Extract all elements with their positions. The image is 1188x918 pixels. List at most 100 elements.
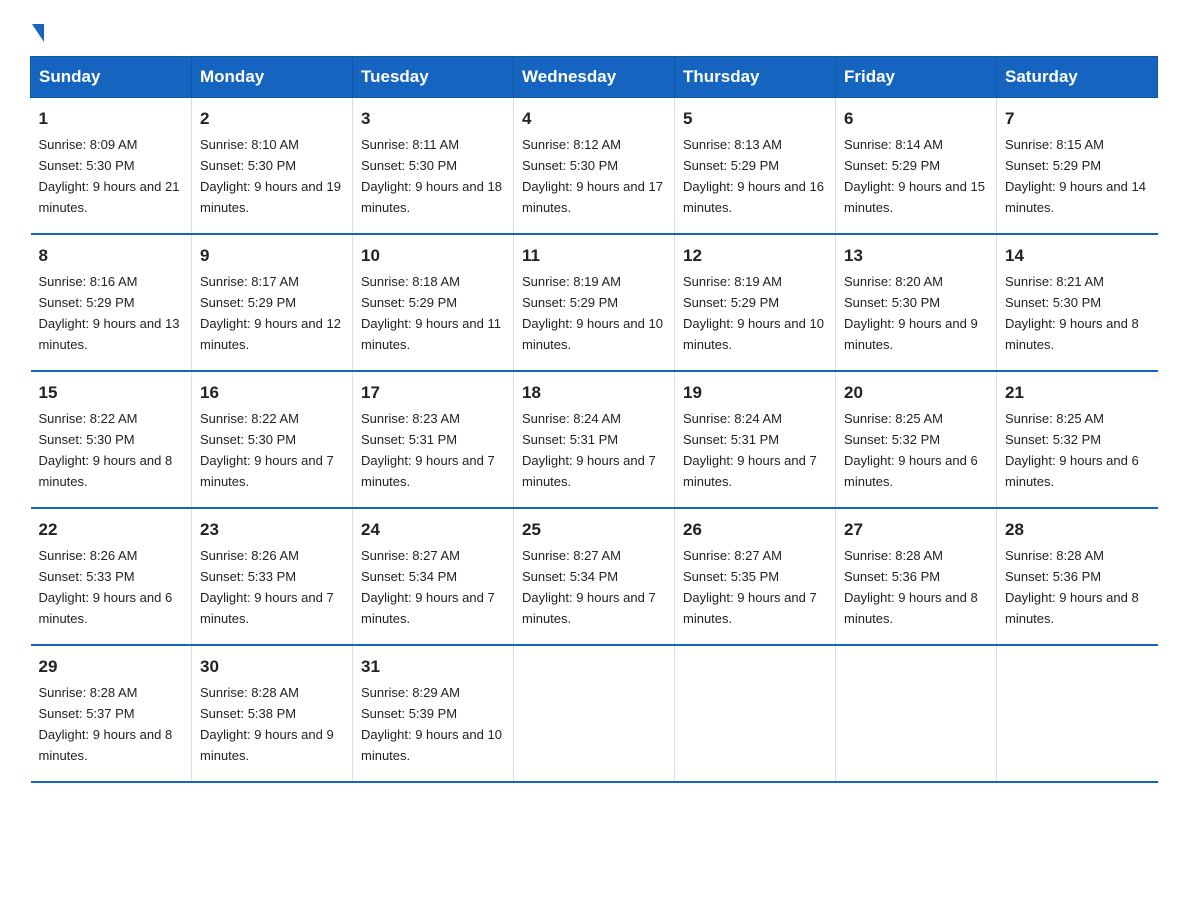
- calendar-cell: 12 Sunrise: 8:19 AMSunset: 5:29 PMDayligh…: [675, 234, 836, 371]
- day-info: Sunrise: 8:26 AMSunset: 5:33 PMDaylight:…: [39, 548, 173, 626]
- day-info: Sunrise: 8:23 AMSunset: 5:31 PMDaylight:…: [361, 411, 495, 489]
- day-number: 19: [683, 380, 827, 406]
- calendar-cell: 26 Sunrise: 8:27 AMSunset: 5:35 PMDayligh…: [675, 508, 836, 645]
- calendar-week-row: 1 Sunrise: 8:09 AMSunset: 5:30 PMDaylight…: [31, 98, 1158, 235]
- day-number: 29: [39, 654, 184, 680]
- day-number: 13: [844, 243, 988, 269]
- calendar-cell: 5 Sunrise: 8:13 AMSunset: 5:29 PMDaylight…: [675, 98, 836, 235]
- calendar-cell: 10Sunrise: 8:18 AMSunset: 5:29 PMDayligh…: [353, 234, 514, 371]
- day-info: Sunrise: 8:24 AMSunset: 5:31 PMDaylight:…: [683, 411, 817, 489]
- calendar-cell: 31 Sunrise: 8:29 AMSunset: 5:39 PMDayligh…: [353, 645, 514, 782]
- day-info: Sunrise: 8:11 AMSunset: 5:30 PMDaylight:…: [361, 137, 502, 215]
- calendar-day-header: Monday: [192, 57, 353, 98]
- day-info: Sunrise: 8:10 AMSunset: 5:30 PMDaylight:…: [200, 137, 341, 215]
- day-number: 2: [200, 106, 344, 132]
- day-number: 1: [39, 106, 184, 132]
- day-number: 25: [522, 517, 666, 543]
- day-info: Sunrise: 8:28 AMSunset: 5:36 PMDaylight:…: [1005, 548, 1139, 626]
- day-number: 4: [522, 106, 666, 132]
- calendar-cell: 19 Sunrise: 8:24 AMSunset: 5:31 PMDayligh…: [675, 371, 836, 508]
- calendar-day-header: Sunday: [31, 57, 192, 98]
- calendar-cell: 8 Sunrise: 8:16 AMSunset: 5:29 PMDaylight…: [31, 234, 192, 371]
- day-info: Sunrise: 8:16 AMSunset: 5:29 PMDaylight:…: [39, 274, 180, 352]
- calendar-day-header: Friday: [836, 57, 997, 98]
- day-info: Sunrise: 8:29 AMSunset: 5:39 PMDaylight:…: [361, 685, 502, 763]
- day-info: Sunrise: 8:27 AMSunset: 5:34 PMDaylight:…: [522, 548, 656, 626]
- day-info: Sunrise: 8:25 AMSunset: 5:32 PMDaylight:…: [844, 411, 978, 489]
- calendar-cell: 7 Sunrise: 8:15 AMSunset: 5:29 PMDaylight…: [997, 98, 1158, 235]
- calendar-day-header: Wednesday: [514, 57, 675, 98]
- calendar-cell: 14Sunrise: 8:21 AMSunset: 5:30 PMDayligh…: [997, 234, 1158, 371]
- calendar-cell: 9Sunrise: 8:17 AMSunset: 5:29 PMDaylight…: [192, 234, 353, 371]
- calendar-cell: 21 Sunrise: 8:25 AMSunset: 5:32 PMDayligh…: [997, 371, 1158, 508]
- logo-arrow-icon: [32, 24, 44, 42]
- day-info: Sunrise: 8:25 AMSunset: 5:32 PMDaylight:…: [1005, 411, 1139, 489]
- day-info: Sunrise: 8:09 AMSunset: 5:30 PMDaylight:…: [39, 137, 180, 215]
- day-info: Sunrise: 8:13 AMSunset: 5:29 PMDaylight:…: [683, 137, 824, 215]
- calendar-cell: 25 Sunrise: 8:27 AMSunset: 5:34 PMDayligh…: [514, 508, 675, 645]
- day-number: 17: [361, 380, 505, 406]
- day-number: 5: [683, 106, 827, 132]
- day-info: Sunrise: 8:15 AMSunset: 5:29 PMDaylight:…: [1005, 137, 1146, 215]
- day-info: Sunrise: 8:14 AMSunset: 5:29 PMDaylight:…: [844, 137, 985, 215]
- logo: [30, 20, 44, 38]
- calendar-cell: 27 Sunrise: 8:28 AMSunset: 5:36 PMDayligh…: [836, 508, 997, 645]
- calendar-day-header: Saturday: [997, 57, 1158, 98]
- calendar-cell: [514, 645, 675, 782]
- calendar-week-row: 29 Sunrise: 8:28 AMSunset: 5:37 PMDayligh…: [31, 645, 1158, 782]
- day-info: Sunrise: 8:19 AMSunset: 5:29 PMDaylight:…: [522, 274, 663, 352]
- calendar-cell: 1 Sunrise: 8:09 AMSunset: 5:30 PMDaylight…: [31, 98, 192, 235]
- day-number: 23: [200, 517, 344, 543]
- day-info: Sunrise: 8:28 AMSunset: 5:38 PMDaylight:…: [200, 685, 334, 763]
- day-number: 24: [361, 517, 505, 543]
- day-number: 9: [200, 243, 344, 269]
- calendar-cell: 13Sunrise: 8:20 AMSunset: 5:30 PMDayligh…: [836, 234, 997, 371]
- day-number: 7: [1005, 106, 1150, 132]
- day-info: Sunrise: 8:19 AMSunset: 5:29 PMDaylight:…: [683, 274, 824, 352]
- calendar-body: 1 Sunrise: 8:09 AMSunset: 5:30 PMDaylight…: [31, 98, 1158, 783]
- day-info: Sunrise: 8:28 AMSunset: 5:37 PMDaylight:…: [39, 685, 173, 763]
- day-number: 12: [683, 243, 827, 269]
- day-info: Sunrise: 8:12 AMSunset: 5:30 PMDaylight:…: [522, 137, 663, 215]
- calendar-week-row: 22Sunrise: 8:26 AMSunset: 5:33 PMDayligh…: [31, 508, 1158, 645]
- calendar-week-row: 8 Sunrise: 8:16 AMSunset: 5:29 PMDaylight…: [31, 234, 1158, 371]
- calendar-cell: 23 Sunrise: 8:26 AMSunset: 5:33 PMDayligh…: [192, 508, 353, 645]
- calendar-cell: 20 Sunrise: 8:25 AMSunset: 5:32 PMDayligh…: [836, 371, 997, 508]
- day-number: 6: [844, 106, 988, 132]
- calendar-cell: 24 Sunrise: 8:27 AMSunset: 5:34 PMDayligh…: [353, 508, 514, 645]
- calendar-cell: [997, 645, 1158, 782]
- day-number: 30: [200, 654, 344, 680]
- day-number: 3: [361, 106, 505, 132]
- calendar-week-row: 15Sunrise: 8:22 AMSunset: 5:30 PMDayligh…: [31, 371, 1158, 508]
- day-number: 28: [1005, 517, 1150, 543]
- calendar-cell: 28 Sunrise: 8:28 AMSunset: 5:36 PMDayligh…: [997, 508, 1158, 645]
- calendar-cell: 18Sunrise: 8:24 AMSunset: 5:31 PMDayligh…: [514, 371, 675, 508]
- calendar-cell: 4 Sunrise: 8:12 AMSunset: 5:30 PMDaylight…: [514, 98, 675, 235]
- day-number: 31: [361, 654, 505, 680]
- calendar-cell: 6 Sunrise: 8:14 AMSunset: 5:29 PMDaylight…: [836, 98, 997, 235]
- calendar-cell: [836, 645, 997, 782]
- day-number: 21: [1005, 380, 1150, 406]
- calendar-cell: 17 Sunrise: 8:23 AMSunset: 5:31 PMDayligh…: [353, 371, 514, 508]
- day-info: Sunrise: 8:28 AMSunset: 5:36 PMDaylight:…: [844, 548, 978, 626]
- day-number: 26: [683, 517, 827, 543]
- calendar-cell: 11Sunrise: 8:19 AMSunset: 5:29 PMDayligh…: [514, 234, 675, 371]
- calendar-day-header: Tuesday: [353, 57, 514, 98]
- calendar-cell: 2 Sunrise: 8:10 AMSunset: 5:30 PMDaylight…: [192, 98, 353, 235]
- day-number: 27: [844, 517, 988, 543]
- calendar-cell: 22Sunrise: 8:26 AMSunset: 5:33 PMDayligh…: [31, 508, 192, 645]
- day-info: Sunrise: 8:18 AMSunset: 5:29 PMDaylight:…: [361, 274, 501, 352]
- calendar-day-header: Thursday: [675, 57, 836, 98]
- day-number: 16: [200, 380, 344, 406]
- day-info: Sunrise: 8:27 AMSunset: 5:35 PMDaylight:…: [683, 548, 817, 626]
- day-info: Sunrise: 8:24 AMSunset: 5:31 PMDaylight:…: [522, 411, 656, 489]
- calendar-cell: [675, 645, 836, 782]
- calendar-cell: 29 Sunrise: 8:28 AMSunset: 5:37 PMDayligh…: [31, 645, 192, 782]
- day-number: 8: [39, 243, 184, 269]
- calendar-cell: 30 Sunrise: 8:28 AMSunset: 5:38 PMDayligh…: [192, 645, 353, 782]
- day-info: Sunrise: 8:27 AMSunset: 5:34 PMDaylight:…: [361, 548, 495, 626]
- day-info: Sunrise: 8:26 AMSunset: 5:33 PMDaylight:…: [200, 548, 334, 626]
- day-number: 20: [844, 380, 988, 406]
- logo-text: [30, 20, 44, 42]
- day-info: Sunrise: 8:22 AMSunset: 5:30 PMDaylight:…: [200, 411, 334, 489]
